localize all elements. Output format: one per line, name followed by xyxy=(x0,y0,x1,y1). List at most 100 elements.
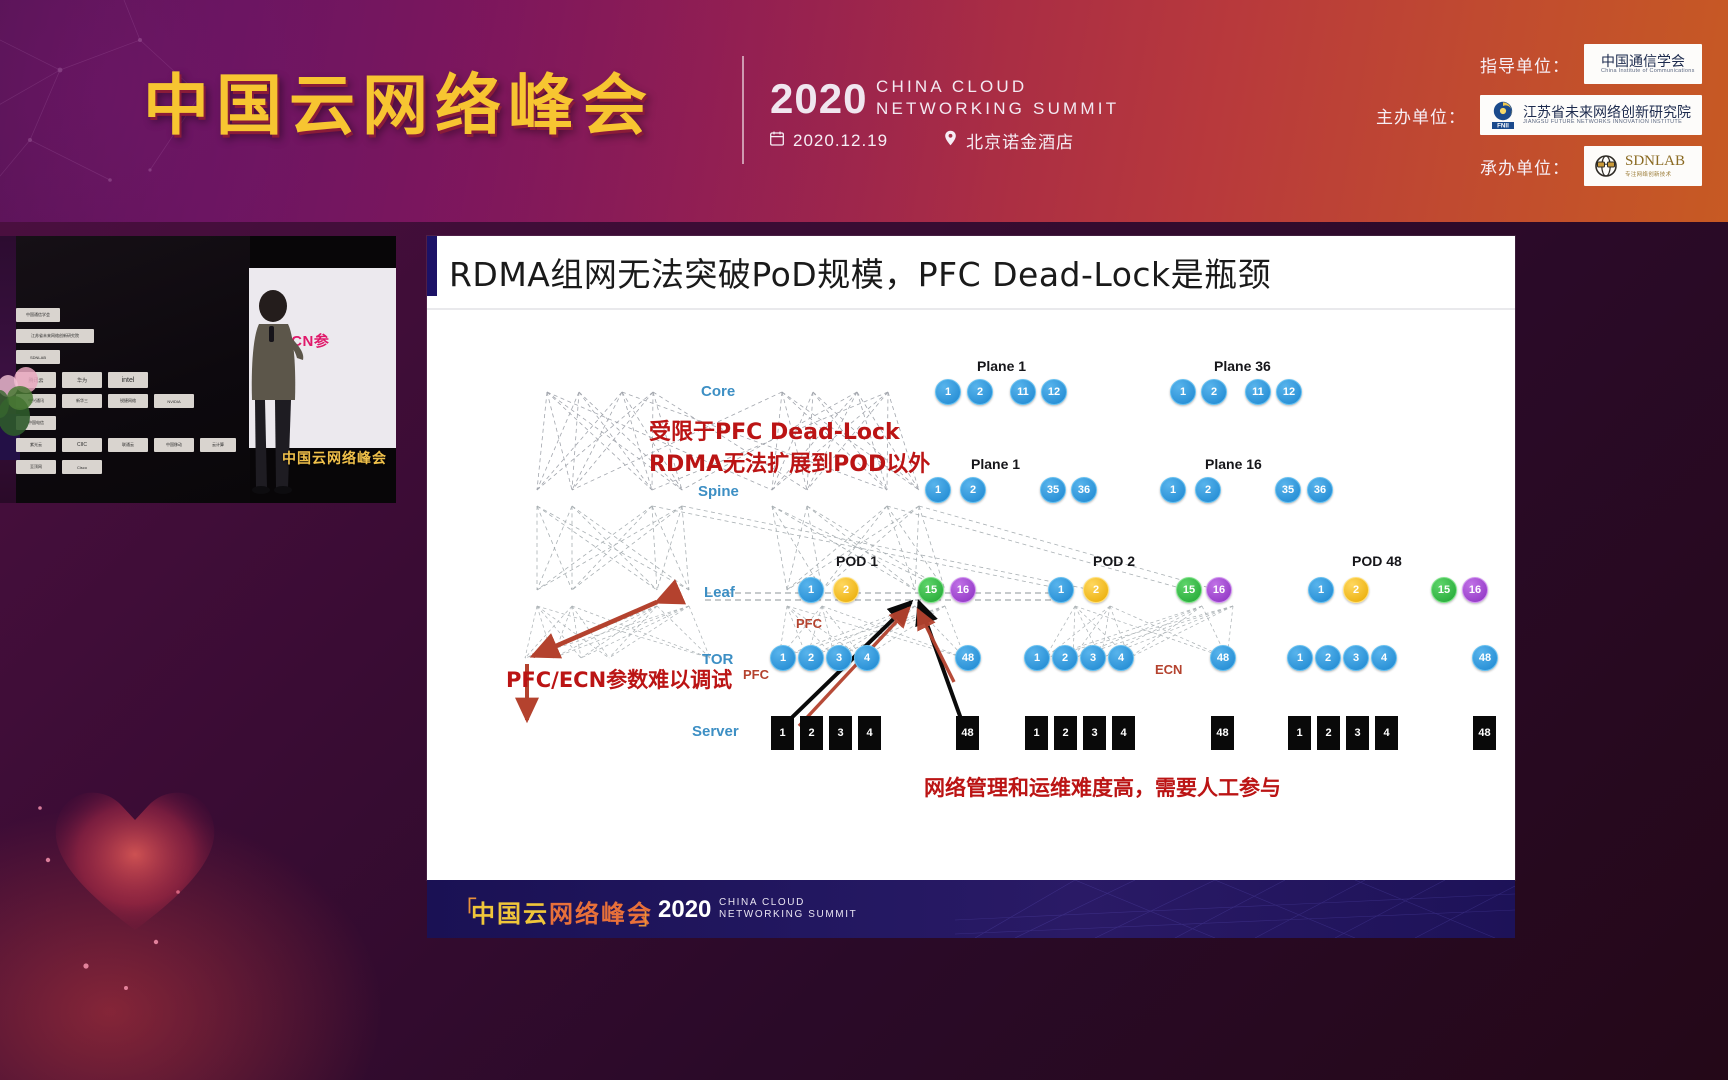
tor-node[interactable]: 1 xyxy=(1024,645,1050,671)
layer-label-leaf: Leaf xyxy=(704,584,735,601)
spine-node[interactable]: 36 xyxy=(1307,477,1333,503)
sponsor-logo-text-cic: 中国通信学会 China Institute of Communications xyxy=(1601,52,1695,75)
core-node[interactable]: 11 xyxy=(1245,379,1271,405)
annotation-deadlock-line2: RDMA无法扩展到POD以外 xyxy=(649,452,931,477)
tor-node[interactable]: 48 xyxy=(1210,645,1236,671)
decorative-heart-glow xyxy=(55,792,215,930)
leaf-node[interactable]: 15 xyxy=(1431,577,1457,603)
group-label-pod48: POD 48 xyxy=(1352,553,1402,569)
server-box[interactable]: 2 xyxy=(800,716,823,750)
tor-node[interactable]: 4 xyxy=(1371,645,1397,671)
annotation-ops-difficulty: 网络管理和运维难度高，需要人工参与 xyxy=(924,776,1281,800)
annotation-deadlock-line1: 受限于PFC Dead-Lock xyxy=(649,420,900,445)
core-node[interactable]: 2 xyxy=(1201,379,1227,405)
server-box[interactable]: 1 xyxy=(1025,716,1048,750)
spine-node[interactable]: 35 xyxy=(1275,477,1301,503)
header-date: 2020.12.19 xyxy=(793,130,889,150)
tor-node[interactable]: 2 xyxy=(798,645,824,671)
wall-logo: 江苏省未来网络创新研究院 xyxy=(16,329,94,343)
core-node[interactable]: 1 xyxy=(935,379,961,405)
wall-logo: 至顶网 xyxy=(16,460,56,474)
core-node[interactable]: 2 xyxy=(967,379,993,405)
leaf-node[interactable]: 2 xyxy=(1083,577,1109,603)
speaker-video-player[interactable]: 中国通信学会 江苏省未来网络创新研究院 SDNLAB 腾讯云 华为 intel … xyxy=(0,236,396,503)
wall-logo: CIIC xyxy=(62,438,102,452)
leaf-node[interactable]: 1 xyxy=(1308,577,1334,603)
spine-node[interactable]: 1 xyxy=(925,477,951,503)
tor-node[interactable]: 1 xyxy=(770,645,796,671)
tor-node[interactable]: 48 xyxy=(955,645,981,671)
location-pin-icon xyxy=(944,130,957,151)
tor-node[interactable]: 2 xyxy=(1315,645,1341,671)
server-box[interactable]: 4 xyxy=(1112,716,1135,750)
group-label-spine-plane16: Plane 16 xyxy=(1205,456,1262,472)
leaf-node[interactable]: 16 xyxy=(1206,577,1232,603)
core-node[interactable]: 12 xyxy=(1041,379,1067,405)
group-label-core-plane36: Plane 36 xyxy=(1214,358,1271,374)
sponsor-list: 指导单位： 中国通信学会 China Institute of Communic… xyxy=(1236,44,1702,186)
layer-label-spine: Spine xyxy=(698,483,739,500)
footer-year: 2020 xyxy=(658,896,712,923)
leaf-node[interactable]: 16 xyxy=(950,577,976,603)
tor-node[interactable]: 1 xyxy=(1287,645,1313,671)
core-node[interactable]: 12 xyxy=(1276,379,1302,405)
leaf-node[interactable]: 15 xyxy=(918,577,944,603)
annotation-pfc-leaf: PFC xyxy=(796,616,822,631)
sponsor-label-guidance: 指导单位： xyxy=(1480,56,1570,76)
sponsor-logo-text-sdnlab: SDNLAB 专注网络创新技术 xyxy=(1625,153,1686,178)
footer-en-line1: CHINA CLOUD xyxy=(719,897,805,908)
server-box[interactable]: 3 xyxy=(1346,716,1369,750)
wall-logo: 新华三 xyxy=(62,394,102,408)
header-title-en-line2: NETWORKING SUMMIT xyxy=(876,99,1120,118)
svg-text:FNII: FNII xyxy=(1497,123,1509,130)
spine-node[interactable]: 2 xyxy=(960,477,986,503)
leaf-node[interactable]: 2 xyxy=(833,577,859,603)
server-box[interactable]: 1 xyxy=(1288,716,1311,750)
network-topology-diagram: Core Spine Leaf TOR Server Plane 1 Plane… xyxy=(427,310,1515,880)
tor-node[interactable]: 4 xyxy=(854,645,880,671)
server-box[interactable]: 2 xyxy=(1054,716,1077,750)
leaf-node[interactable]: 2 xyxy=(1343,577,1369,603)
server-box[interactable]: 48 xyxy=(1211,716,1234,750)
wall-logo: 云计算 xyxy=(200,438,236,452)
server-box[interactable]: 1 xyxy=(771,716,794,750)
sponsor-row-organizer: 承办单位： SDNLAB 专注网络创新技术 xyxy=(1236,146,1702,186)
server-box[interactable]: 48 xyxy=(956,716,979,750)
tor-node[interactable]: 4 xyxy=(1108,645,1134,671)
slide-title: RDMA组网无法突破PoD规模，PFC Dead-Lock是瓶颈 xyxy=(449,255,1272,294)
server-box[interactable]: 4 xyxy=(1375,716,1398,750)
header-title-chinese: 中国云网络峰会 xyxy=(143,68,654,142)
spine-node[interactable]: 35 xyxy=(1040,477,1066,503)
leaf-node[interactable]: 1 xyxy=(798,577,824,603)
wall-logo: 紫光云 xyxy=(16,438,56,452)
footer-en-line2: NETWORKING SUMMIT xyxy=(719,909,858,920)
tor-node[interactable]: 3 xyxy=(826,645,852,671)
tor-node[interactable]: 3 xyxy=(1343,645,1369,671)
server-box[interactable]: 3 xyxy=(829,716,852,750)
leaf-node[interactable]: 15 xyxy=(1176,577,1202,603)
tor-node[interactable]: 2 xyxy=(1052,645,1078,671)
slide-footer-bar: 「 中国云网络峰会 」 2020 CHINA CLOUD NETWORKING … xyxy=(427,880,1515,938)
core-node[interactable]: 1 xyxy=(1170,379,1196,405)
core-node[interactable]: 11 xyxy=(1010,379,1036,405)
wall-logo: 中国移动 xyxy=(154,438,194,452)
tor-node[interactable]: 3 xyxy=(1080,645,1106,671)
server-box[interactable]: 3 xyxy=(1083,716,1106,750)
server-box[interactable]: 2 xyxy=(1317,716,1340,750)
layer-label-server: Server xyxy=(692,723,739,740)
sponsor-logo-fnii: FNII 江苏省未来网络创新研究院 JIANGSU FUTURE NETWORK… xyxy=(1480,95,1702,135)
leaf-node[interactable]: 1 xyxy=(1048,577,1074,603)
group-label-spine-plane1: Plane 1 xyxy=(971,456,1021,472)
calendar-icon xyxy=(770,131,784,151)
spine-node[interactable]: 2 xyxy=(1195,477,1221,503)
footer-title-english: CHINA CLOUD NETWORKING SUMMIT xyxy=(719,897,857,921)
leaf-node[interactable]: 16 xyxy=(1462,577,1488,603)
wall-logo: intel xyxy=(108,372,148,388)
spine-node[interactable]: 36 xyxy=(1071,477,1097,503)
header-venue: 北京诺金酒店 xyxy=(966,133,1075,152)
tor-node[interactable]: 48 xyxy=(1472,645,1498,671)
server-box[interactable]: 48 xyxy=(1473,716,1496,750)
server-box[interactable]: 4 xyxy=(858,716,881,750)
spine-node[interactable]: 1 xyxy=(1160,477,1186,503)
sponsor-label-organizer: 承办单位： xyxy=(1480,158,1570,178)
